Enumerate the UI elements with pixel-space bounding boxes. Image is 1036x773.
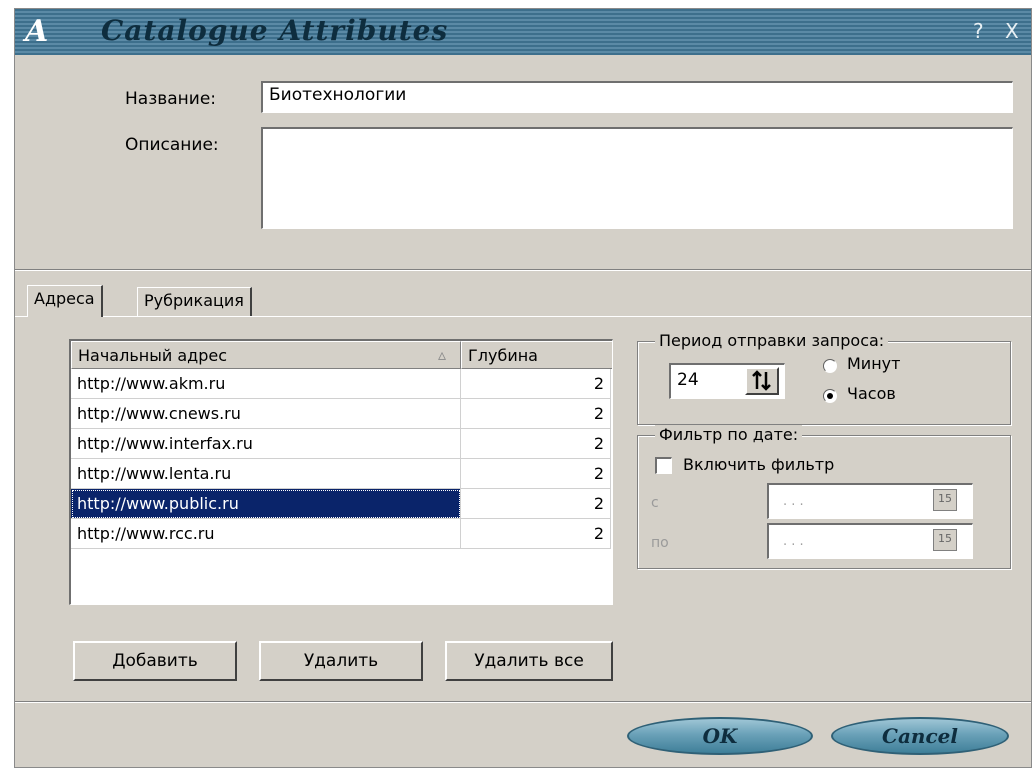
hours-radio-label: Часов [847, 384, 896, 403]
depth-cell: 2 [461, 489, 611, 519]
close-button[interactable]: X [1005, 19, 1019, 43]
description-label: Описание: [125, 135, 219, 155]
description-textarea[interactable] [261, 127, 1013, 229]
url-cell: http://www.interfax.ru [71, 429, 461, 459]
name-input[interactable]: Биотехнологии [261, 81, 1013, 113]
depth-cell: 2 [461, 519, 611, 549]
tab-panel-edge [15, 316, 1031, 317]
url-cell: http://www.public.ru [71, 489, 461, 519]
add-button[interactable]: Добавить [73, 641, 237, 681]
date-from-label: с [651, 495, 659, 511]
catalogue-attributes-dialog: A Catalogue Attributes ? X Название: Био… [14, 8, 1032, 768]
date-filter-legend: Фильтр по дате: [655, 425, 803, 444]
period-value: 24 [677, 370, 699, 390]
cancel-button[interactable]: Cancel [831, 717, 1009, 755]
date-to-value: . . . [783, 534, 804, 549]
column-header-depth-label: Глубина [468, 346, 538, 365]
date-from-value: . . . [783, 494, 804, 509]
calendar-icon[interactable]: 15 [933, 489, 957, 511]
spin-arrows-icon[interactable] [745, 367, 779, 395]
table-row-selected[interactable]: http://www.public.ru 2 [71, 489, 611, 519]
calendar-icon[interactable]: 15 [933, 529, 957, 551]
period-legend: Период отправки запроса: [655, 331, 889, 350]
column-header-start-address-label: Начальный адрес [78, 346, 227, 365]
sort-arrow-icon: ▵ [437, 345, 446, 364]
remove-all-button[interactable]: Удалить все [445, 641, 613, 681]
table-row[interactable]: http://www.rcc.ru 2 [71, 519, 611, 549]
separator [15, 269, 1031, 271]
app-logo-icon: A [25, 14, 49, 49]
url-cell: http://www.akm.ru [71, 369, 461, 399]
address-table[interactable]: Начальный адрес ▵ Глубина http://www.akm… [69, 339, 613, 605]
date-to-label: по [651, 535, 669, 551]
table-row[interactable]: http://www.lenta.ru 2 [71, 459, 611, 489]
enable-filter-label: Включить фильтр [683, 455, 835, 474]
table-row[interactable]: http://www.cnews.ru 2 [71, 399, 611, 429]
enable-filter-checkbox[interactable] [655, 457, 672, 474]
depth-cell: 2 [461, 399, 611, 429]
ok-button[interactable]: OK [627, 717, 813, 755]
tab-rubrication[interactable]: Рубрикация [137, 287, 252, 317]
depth-cell: 2 [461, 459, 611, 489]
tab-addresses[interactable]: Адреса [27, 285, 103, 317]
depth-cell: 2 [461, 369, 611, 399]
name-label: Название: [125, 89, 217, 109]
url-cell: http://www.cnews.ru [71, 399, 461, 429]
minutes-radio[interactable] [823, 359, 837, 373]
tab-rubrication-label: Рубрикация [144, 291, 244, 310]
title-bar[interactable]: A Catalogue Attributes ? X [15, 9, 1031, 55]
window-title: Catalogue Attributes [101, 14, 449, 47]
minutes-radio-label: Минут [847, 354, 901, 373]
table-row[interactable]: http://www.akm.ru 2 [71, 369, 611, 399]
remove-button[interactable]: Удалить [259, 641, 423, 681]
url-cell: http://www.rcc.ru [71, 519, 461, 549]
column-header-start-address[interactable]: Начальный адрес ▵ [71, 341, 461, 369]
table-row[interactable]: http://www.interfax.ru 2 [71, 429, 611, 459]
depth-cell: 2 [461, 429, 611, 459]
column-header-depth[interactable]: Глубина [461, 341, 612, 369]
help-button[interactable]: ? [973, 19, 984, 43]
tab-addresses-label: Адреса [34, 289, 95, 308]
hours-radio[interactable] [823, 389, 837, 403]
footer-separator [15, 701, 1031, 703]
url-cell: http://www.lenta.ru [71, 459, 461, 489]
